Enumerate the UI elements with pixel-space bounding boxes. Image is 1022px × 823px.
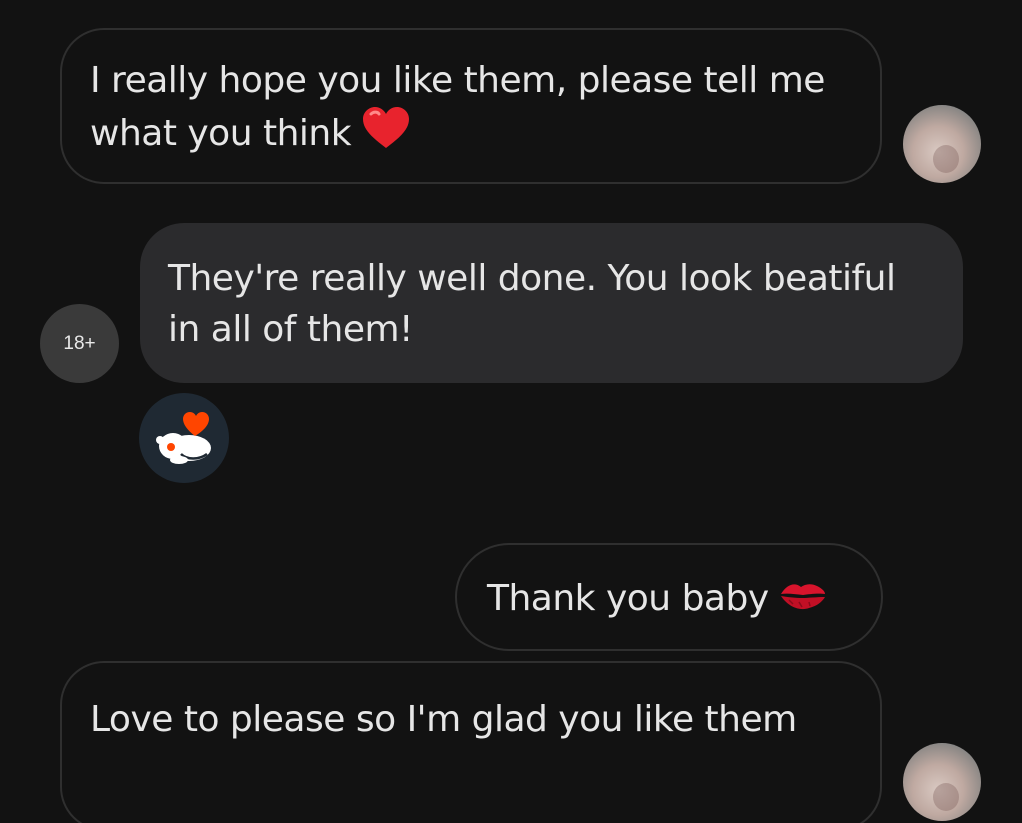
message-bubble-outgoing[interactable]: Love to please so I'm glad you like them xyxy=(60,661,882,823)
message-text: I really hope you like them, please tell… xyxy=(90,60,825,154)
kiss-mark-icon xyxy=(779,575,827,626)
message-text: They're really well done. You look beati… xyxy=(168,258,896,350)
message-bubble-outgoing[interactable]: I really hope you like them, please tell… xyxy=(60,28,882,184)
user-avatar[interactable] xyxy=(903,743,981,821)
red-heart-icon xyxy=(361,106,411,164)
message-bubble-outgoing[interactable]: Thank you baby xyxy=(455,543,883,651)
user-avatar[interactable] xyxy=(903,105,981,183)
message-text: Thank you baby xyxy=(487,578,769,619)
avatar-label: 18+ xyxy=(63,332,96,354)
reddit-snoo-heart-icon[interactable] xyxy=(139,393,229,483)
message-bubble-incoming[interactable]: They're really well done. You look beati… xyxy=(140,223,963,383)
message-text: Love to please so I'm glad you like them xyxy=(90,699,797,740)
chat-thread: I really hope you like them, please tell… xyxy=(0,0,1022,823)
contact-avatar[interactable]: 18+ xyxy=(40,304,119,383)
